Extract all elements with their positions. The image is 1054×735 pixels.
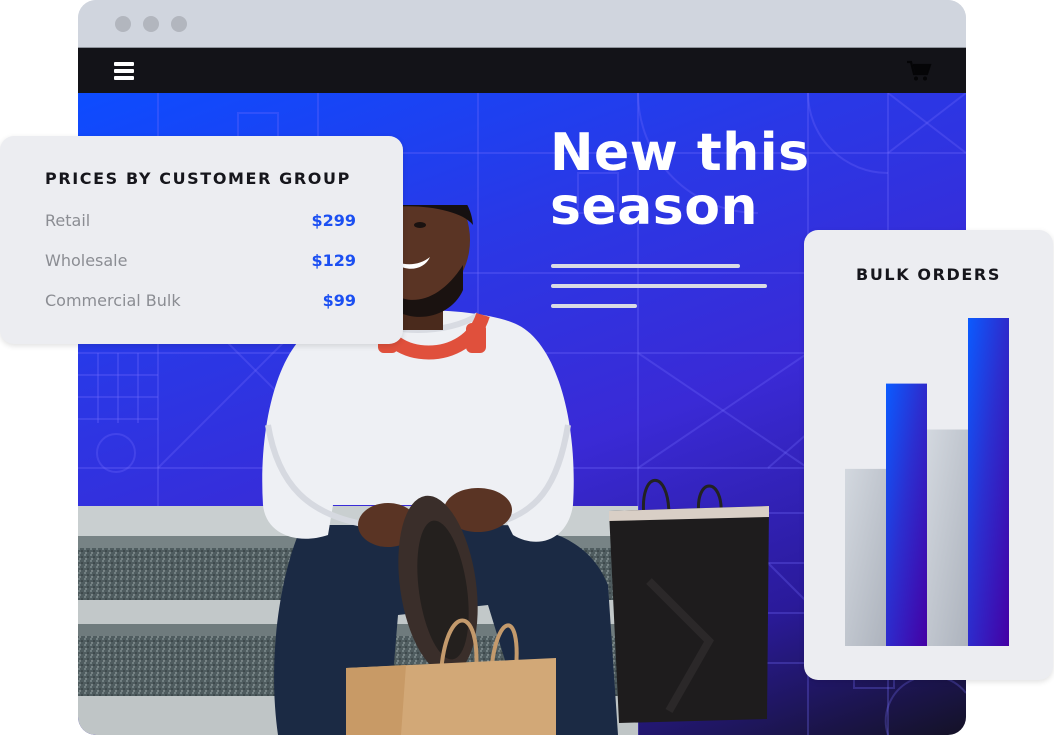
black-shopping-bag [609,478,769,723]
site-navbar [78,48,966,93]
bulk-orders-card: BULK ORDERS [804,230,1053,680]
window-close-button[interactable] [115,16,131,32]
price-row-value: $299 [311,211,356,230]
chart-bar-4 [968,318,1009,646]
hamburger-menu-icon[interactable] [114,62,134,80]
prices-by-customer-group-card: PRICES BY CUSTOMER GROUP Retail $299 Who… [0,136,403,344]
price-row-value: $129 [311,251,356,270]
bulk-orders-bar-chart [845,318,1009,646]
price-row-label: Wholesale [45,251,128,270]
prices-card-title: PRICES BY CUSTOMER GROUP [45,169,351,188]
window-minimize-button[interactable] [143,16,159,32]
price-row-commercial-bulk: Commercial Bulk $99 [45,291,356,313]
browser-titlebar [78,0,966,48]
chart-bar-3 [927,429,968,646]
chart-bar-1 [845,468,886,646]
chart-bar-2 [886,383,927,646]
price-row-value: $99 [322,291,356,310]
window-maximize-button[interactable] [171,16,187,32]
price-row-label: Retail [45,211,91,230]
price-row-wholesale: Wholesale $129 [45,251,356,273]
shopping-cart-icon[interactable] [906,60,932,82]
price-row-label: Commercial Bulk [45,291,181,310]
brown-shopping-bag [346,618,556,735]
price-row-retail: Retail $299 [45,211,356,233]
